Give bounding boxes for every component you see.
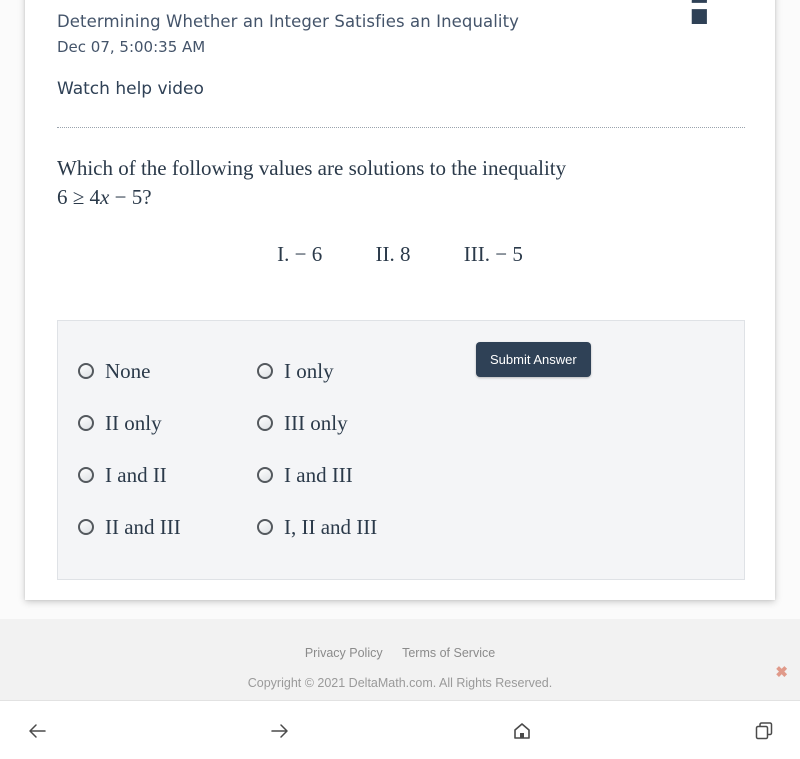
timestamp: Dec 07, 5:00:35 AM [57,38,206,56]
question-inequality: 6 ≥ 4x − 5? [57,185,152,210]
home-icon[interactable] [506,715,538,747]
option-label: I only [284,358,334,383]
option-label: III only [284,410,348,435]
tabs-icon[interactable] [748,715,780,747]
answer-options-panel: None II only I and II II and III I only … [57,320,745,580]
value-item-ii: II. 8 [375,242,411,266]
roman-numeral-values: I. − 6 II. 8 III. − 5 [25,242,775,267]
page-footer: Privacy Policy Terms of Service Copyrigh… [0,619,800,700]
radio-option-i-and-ii[interactable]: I and II [78,449,181,501]
privacy-policy-link[interactable]: Privacy Policy [305,646,383,660]
radio-icon[interactable] [257,415,273,431]
option-label: I and II [105,462,167,487]
page-title: Determining Whether an Integer Satisfies… [57,12,520,31]
radio-option-none[interactable]: None [78,345,181,397]
footer-links: Privacy Policy Terms of Service [0,646,800,660]
copyright-text: Copyright © 2021 DeltaMath.com. All Righ… [247,676,553,690]
option-label: None [105,358,151,383]
browser-navigation-bar [0,700,800,759]
radio-icon[interactable] [78,415,94,431]
submit-answer-button[interactable]: Submit Answer [476,342,591,377]
problem-card: Determining Whether an Integer Satisfies… [25,0,775,600]
inequality-suffix: − 5? [109,185,152,209]
terms-of-service-link[interactable]: Terms of Service [402,646,495,660]
radio-icon[interactable] [257,467,273,483]
answer-column-2: I only III only I and III I, II and III [257,345,377,553]
radio-option-ii-only[interactable]: II only [78,397,181,449]
question-prompt: Which of the following values are soluti… [57,156,567,180]
radio-icon[interactable] [257,519,273,535]
screen: Determining Whether an Integer Satisfies… [0,0,800,759]
divider [57,127,745,128]
option-label: II and III [105,514,181,539]
value-item-i: I. − 6 [277,242,323,266]
radio-option-i-and-iii[interactable]: I and III [257,449,377,501]
radio-icon[interactable] [257,363,273,379]
radio-option-iii-only[interactable]: III only [257,397,377,449]
radio-icon[interactable] [78,519,94,535]
question-mark-icon[interactable]: ? [677,0,727,38]
inequality-prefix: 6 ≥ 4 [57,185,101,209]
radio-option-ii-and-iii[interactable]: II and III [78,501,181,553]
radio-icon[interactable] [78,467,94,483]
option-label: I, II and III [284,514,378,539]
forward-arrow-icon[interactable] [263,715,295,747]
close-icon[interactable]: ✖ [775,663,788,681]
inequality-variable: x [100,185,110,209]
option-label: I and III [284,462,353,487]
radio-option-i-ii-and-iii[interactable]: I, II and III [257,501,377,553]
option-label: II only [105,410,162,435]
watch-help-video-link[interactable]: Watch help video [57,79,204,99]
answer-column-1: None II only I and II II and III [78,345,181,553]
radio-icon[interactable] [78,363,94,379]
value-item-iii: III. − 5 [463,242,523,266]
radio-option-i-only[interactable]: I only [257,345,377,397]
back-arrow-icon[interactable] [22,715,54,747]
